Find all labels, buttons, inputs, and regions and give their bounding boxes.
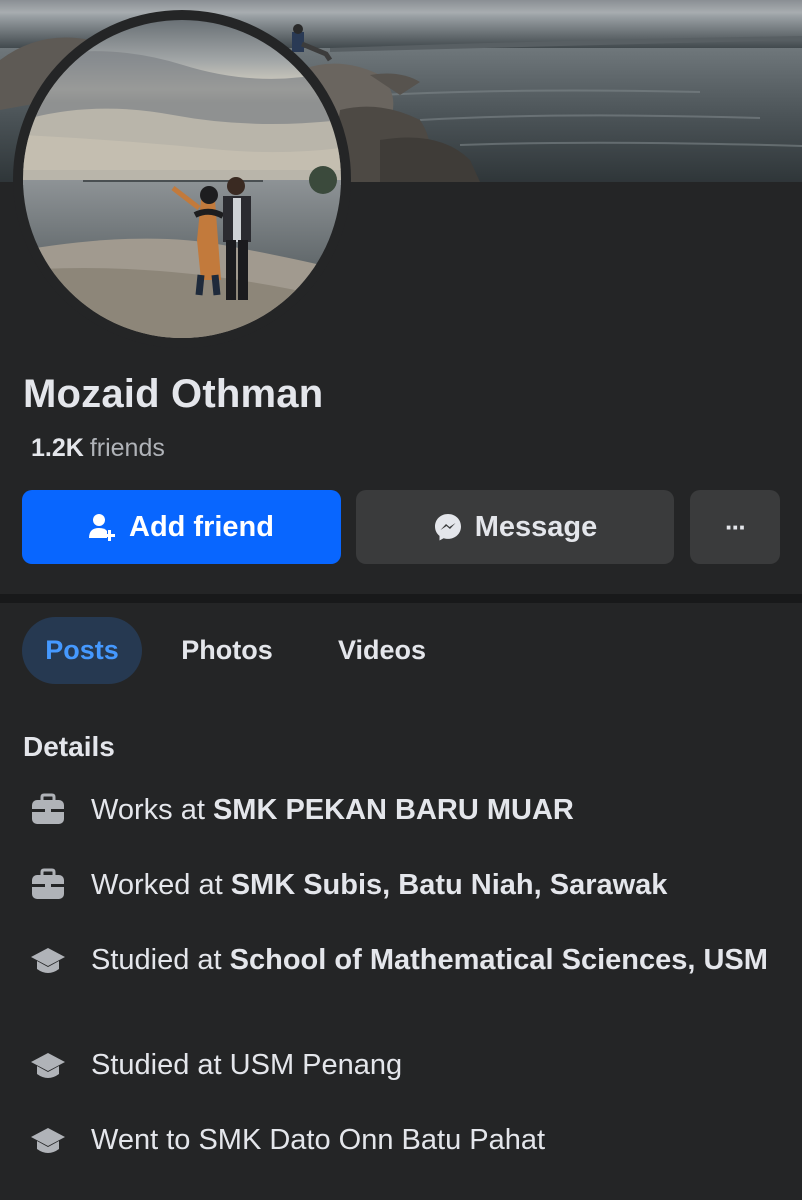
section-divider [0,594,802,603]
friends-count[interactable]: 1.2K friends [31,434,165,463]
profile-name: Mozaid Othman [23,372,324,416]
messenger-icon [433,512,463,542]
graduation-cap-icon [30,1124,66,1160]
graduation-cap-icon [30,944,66,980]
message-button[interactable]: Message [356,490,674,564]
briefcase-icon [30,792,66,828]
profile-avatar[interactable] [13,10,351,348]
friends-count-label: friends [89,434,165,462]
message-label: Message [474,510,598,543]
detail-text: Studied at USM Penang [91,1049,403,1081]
friends-count-value: 1.2K [31,434,84,462]
detail-text: Worked at SMK Subis, Batu Niah, Sarawak [91,869,668,901]
details-heading: Details [23,731,115,762]
ellipsis-icon: ··· [725,511,747,542]
add-friend-button[interactable]: Add friend [22,490,341,564]
more-options-button[interactable]: ··· [690,490,780,564]
tab-videos[interactable]: Videos [318,617,446,684]
add-friend-label: Add friend [129,510,274,543]
detail-text: Studied at School of Mathematical Scienc… [91,944,768,976]
avatar-photo [23,20,341,338]
graduation-cap-icon [30,1049,66,1085]
add-person-icon [89,512,117,542]
briefcase-icon [30,867,66,903]
tab-posts[interactable]: Posts [22,617,142,684]
profile-page: Mozaid Othman 1.2K friends Add friend Mes… [0,0,802,1200]
tab-photos[interactable]: Photos [162,617,292,684]
detail-text: Works at SMK PEKAN BARU MUAR [91,794,574,826]
detail-text: Went to SMK Dato Onn Batu Pahat [91,1124,546,1156]
